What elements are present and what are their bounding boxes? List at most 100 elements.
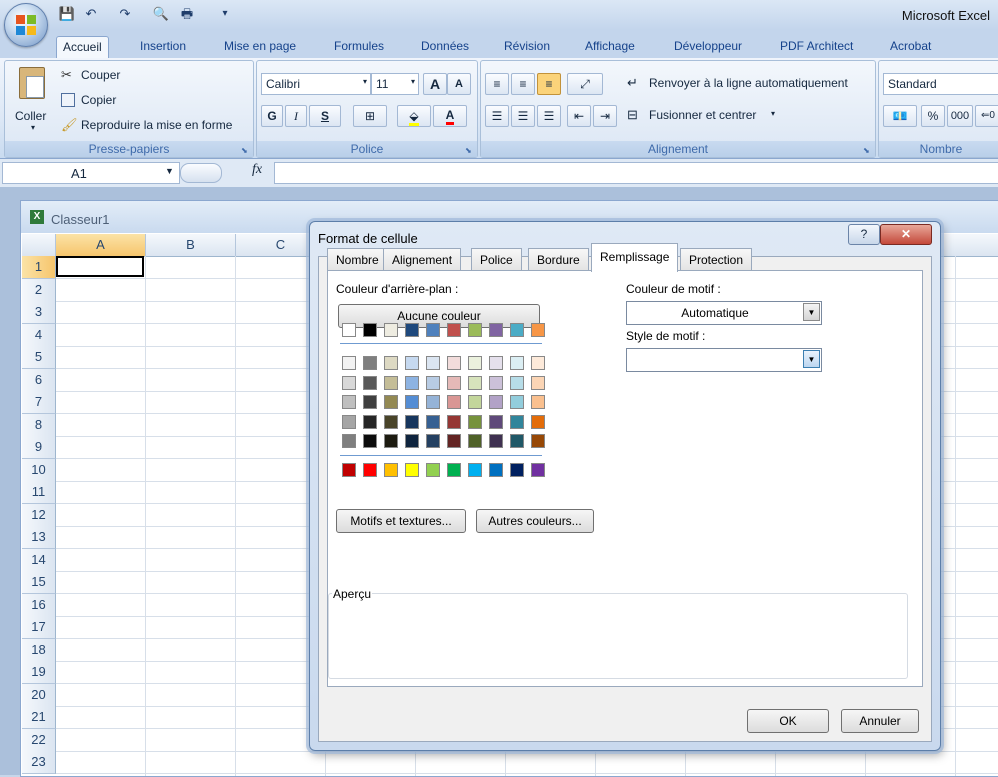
- tint-color-swatch[interactable]: [426, 414, 440, 429]
- row-header[interactable]: 7: [22, 391, 56, 414]
- theme-color-swatch[interactable]: [489, 323, 503, 337]
- tint-color-swatch[interactable]: [342, 414, 356, 429]
- row-header[interactable]: 5: [22, 346, 56, 369]
- tint-color-swatch[interactable]: [342, 434, 356, 448]
- tab-alignement[interactable]: Alignement: [383, 248, 462, 271]
- theme-color-swatch[interactable]: [342, 323, 356, 337]
- tint-color-swatch[interactable]: [384, 414, 398, 429]
- row-header[interactable]: 19: [22, 661, 56, 684]
- alignment-launcher-icon[interactable]: ⬊: [863, 146, 872, 155]
- increase-decimal-button[interactable]: ⇐0: [975, 105, 998, 127]
- row-header[interactable]: 10: [22, 458, 56, 482]
- standard-color-swatch[interactable]: [426, 463, 440, 477]
- fill-effects-button[interactable]: Motifs et textures...: [336, 509, 466, 533]
- theme-color-swatch[interactable]: [531, 323, 545, 337]
- office-button[interactable]: [4, 3, 48, 47]
- standard-color-swatch[interactable]: [447, 463, 461, 477]
- tint-color-swatch[interactable]: [489, 395, 503, 409]
- theme-color-swatch[interactable]: [510, 323, 524, 337]
- column-header[interactable]: B: [146, 234, 236, 257]
- tint-color-swatch[interactable]: [489, 434, 503, 448]
- row-header[interactable]: 23: [22, 751, 56, 774]
- row-header[interactable]: 22: [22, 728, 56, 752]
- standard-color-swatch[interactable]: [489, 463, 503, 477]
- tab-pdf-architect[interactable]: PDF Architect: [774, 36, 859, 58]
- tint-color-swatch[interactable]: [342, 375, 356, 390]
- standard-color-swatch[interactable]: [468, 463, 482, 477]
- tab-nombre[interactable]: Nombre: [327, 248, 388, 271]
- font-size-select[interactable]: 11 ▾: [371, 73, 419, 95]
- chevron-down-icon[interactable]: ▼: [803, 303, 820, 321]
- tint-color-swatch[interactable]: [489, 356, 503, 370]
- row-header[interactable]: 14: [22, 548, 56, 572]
- row-header[interactable]: 13: [22, 526, 56, 549]
- row-header[interactable]: 12: [22, 503, 56, 527]
- tint-color-swatch[interactable]: [342, 395, 356, 409]
- theme-color-swatch[interactable]: [447, 323, 461, 337]
- help-button[interactable]: ?: [848, 224, 880, 245]
- standard-color-swatch[interactable]: [342, 463, 356, 477]
- select-all-corner[interactable]: [22, 234, 56, 257]
- tint-color-swatch[interactable]: [489, 375, 503, 390]
- row-header[interactable]: 18: [22, 638, 56, 662]
- theme-color-swatch[interactable]: [468, 323, 482, 337]
- tint-color-swatch[interactable]: [531, 375, 545, 390]
- tint-color-swatch[interactable]: [363, 375, 377, 390]
- row-header[interactable]: 11: [22, 481, 56, 504]
- tab-formules[interactable]: Formules: [328, 36, 390, 58]
- tint-color-swatch[interactable]: [489, 414, 503, 429]
- standard-color-swatch[interactable]: [363, 463, 377, 477]
- align-top-button[interactable]: ≡: [485, 73, 509, 95]
- standard-color-swatch[interactable]: [405, 463, 419, 477]
- theme-color-swatch[interactable]: [384, 323, 398, 337]
- tint-color-swatch[interactable]: [468, 356, 482, 370]
- standard-color-swatch[interactable]: [510, 463, 524, 477]
- tint-color-swatch[interactable]: [405, 434, 419, 448]
- formula-input[interactable]: [274, 162, 998, 184]
- currency-button[interactable]: 💶: [883, 105, 917, 127]
- tint-color-swatch[interactable]: [531, 414, 545, 429]
- bold-button[interactable]: G: [261, 105, 283, 127]
- tint-color-swatch[interactable]: [363, 414, 377, 429]
- fill-color-button[interactable]: ⬙: [397, 105, 431, 127]
- row-header[interactable]: 20: [22, 683, 56, 707]
- font-color-button[interactable]: A: [433, 105, 467, 127]
- row-header[interactable]: 1: [22, 256, 56, 279]
- tint-color-swatch[interactable]: [384, 375, 398, 390]
- pattern-color-select[interactable]: Automatique ▼: [626, 301, 822, 325]
- print-preview-icon[interactable]: 🔍: [152, 6, 170, 22]
- tint-color-swatch[interactable]: [510, 375, 524, 390]
- increase-indent-button[interactable]: ⇥: [593, 105, 617, 127]
- row-header[interactable]: 4: [22, 323, 56, 347]
- chevron-down-icon[interactable]: ▼: [803, 350, 820, 368]
- tint-color-swatch[interactable]: [531, 356, 545, 370]
- tint-color-swatch[interactable]: [510, 395, 524, 409]
- tab-bordure[interactable]: Bordure: [528, 248, 589, 271]
- row-header[interactable]: 8: [22, 413, 56, 437]
- tint-color-swatch[interactable]: [510, 434, 524, 448]
- tint-color-swatch[interactable]: [342, 356, 356, 370]
- tint-color-swatch[interactable]: [447, 395, 461, 409]
- row-header[interactable]: 15: [22, 571, 56, 594]
- tint-color-swatch[interactable]: [384, 434, 398, 448]
- theme-color-swatch[interactable]: [426, 323, 440, 337]
- borders-button[interactable]: ⊞: [353, 105, 387, 127]
- tab-remplissage[interactable]: Remplissage: [591, 243, 679, 272]
- tab-mise-en-page[interactable]: Mise en page: [218, 36, 302, 58]
- tint-color-swatch[interactable]: [531, 434, 545, 448]
- tint-color-swatch[interactable]: [384, 395, 398, 409]
- clipboard-launcher-icon[interactable]: ⬊: [241, 146, 250, 155]
- row-header[interactable]: 17: [22, 616, 56, 639]
- align-left-button[interactable]: ☰: [485, 105, 509, 127]
- tab-police[interactable]: Police: [471, 248, 522, 271]
- tint-color-swatch[interactable]: [447, 434, 461, 448]
- chevron-down-icon[interactable]: ▼: [165, 166, 174, 176]
- row-header[interactable]: 6: [22, 368, 56, 392]
- tint-color-swatch[interactable]: [426, 375, 440, 390]
- tint-color-swatch[interactable]: [363, 434, 377, 448]
- tint-color-swatch[interactable]: [468, 395, 482, 409]
- shrink-font-button[interactable]: A: [447, 73, 471, 95]
- decrease-indent-button[interactable]: ⇤: [567, 105, 591, 127]
- row-header[interactable]: 3: [22, 301, 56, 324]
- theme-color-swatch[interactable]: [363, 323, 377, 337]
